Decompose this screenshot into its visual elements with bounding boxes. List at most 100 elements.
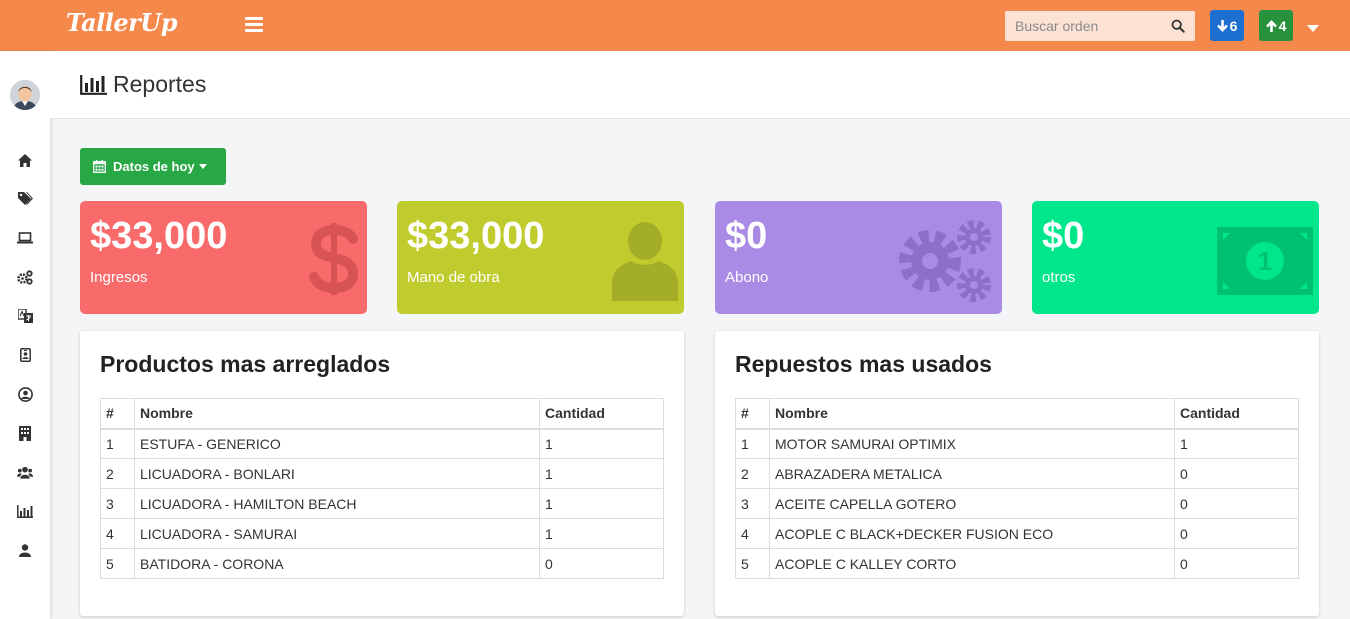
avatar[interactable] xyxy=(10,80,40,110)
table-row: 2 ABRAZADERA METALICA 0 xyxy=(735,458,1299,489)
table-cell: 0 xyxy=(539,548,664,579)
page-title: Reportes xyxy=(80,71,206,98)
building-icon xyxy=(19,425,31,441)
sidebar-item-clients[interactable] xyxy=(17,347,33,363)
table-cell: 0 xyxy=(1174,488,1299,519)
table-cell: 5 xyxy=(100,548,135,579)
arrow-up-icon xyxy=(1265,19,1277,32)
stat-value: $0 xyxy=(725,215,768,257)
sidebar-item-home[interactable] xyxy=(17,152,33,168)
laptop-icon xyxy=(17,232,33,244)
translate-icon xyxy=(17,309,33,323)
table-cell: 3 xyxy=(100,488,135,519)
stat-card-ingresos: $33,000 Ingresos xyxy=(80,201,367,314)
table-cell: 2 xyxy=(735,458,770,489)
table-row: 4 LICUADORA - SAMURAI 1 xyxy=(100,518,664,549)
table-cell: 1 xyxy=(539,458,664,489)
stat-label: Abono xyxy=(725,269,769,286)
panel-title: Productos mas arreglados xyxy=(100,351,391,377)
table-cell: ESTUFA - GENERICO xyxy=(134,428,540,459)
arrow-down-icon xyxy=(1216,19,1228,32)
sidebar-item-account[interactable] xyxy=(17,542,33,558)
table-header-row: # Nombre Cantidad xyxy=(735,398,1299,430)
svg-text:1: 1 xyxy=(1258,246,1272,276)
panel-title: Repuestos mas usados xyxy=(735,351,992,377)
stat-label: otros xyxy=(1042,269,1076,286)
stat-label: Mano de obra xyxy=(407,269,500,286)
column-header: Nombre xyxy=(134,398,540,430)
table-cell: 4 xyxy=(100,518,135,549)
stat-card-otros: $0 otros 1 xyxy=(1032,201,1319,314)
sidebar-item-tags[interactable] xyxy=(17,191,33,207)
table-cell: LICUADORA - BONLARI xyxy=(134,458,540,489)
table-cell: 5 xyxy=(735,548,770,579)
table-cell: 0 xyxy=(1174,518,1299,549)
stat-value: $33,000 xyxy=(407,215,545,257)
bar-chart-icon xyxy=(80,74,107,95)
chevron-down-icon xyxy=(198,164,207,169)
user-avatar-icon xyxy=(10,80,40,110)
tags-icon xyxy=(17,192,33,205)
table-cell: BATIDORA - CORONA xyxy=(134,548,540,579)
app-logo[interactable]: TallerUp xyxy=(66,8,177,37)
user-circle-icon xyxy=(17,386,33,402)
stat-value: $0 xyxy=(1042,215,1085,257)
column-header: Nombre xyxy=(769,398,1175,430)
stat-card-abono: $0 Abono xyxy=(715,201,1002,314)
page-header: Reportes xyxy=(50,51,1350,119)
table-cell: 1 xyxy=(1174,428,1299,459)
column-header: # xyxy=(735,398,770,430)
table-cell: 0 xyxy=(1174,458,1299,489)
top-navbar: TallerUp 6 4 xyxy=(0,0,1350,51)
home-icon xyxy=(18,153,32,167)
repuestos-table: # Nombre Cantidad 1 MOTOR SAMURAI OPTIMIX… xyxy=(735,398,1299,579)
user-menu-caret-icon[interactable] xyxy=(1307,25,1319,32)
sidebar xyxy=(0,51,50,619)
productos-panel: Productos mas arreglados # Nombre Cantid… xyxy=(80,331,684,616)
bar-chart-icon xyxy=(17,504,33,518)
user-icon xyxy=(612,222,678,301)
search-input[interactable] xyxy=(1005,11,1165,41)
sidebar-item-company[interactable] xyxy=(17,425,33,441)
menu-toggle-icon[interactable] xyxy=(245,17,263,32)
sidebar-item-users[interactable] xyxy=(17,464,33,480)
table-cell: ACOPLE C BLACK+DECKER FUSION ECO xyxy=(769,518,1175,549)
search-icon[interactable] xyxy=(1171,19,1185,33)
table-cell: 1 xyxy=(539,488,664,519)
table-row: 5 ACOPLE C KALLEY CORTO 0 xyxy=(735,548,1299,579)
date-filter-button[interactable]: Datos de hoy xyxy=(80,148,226,185)
table-cell: 1 xyxy=(735,428,770,459)
table-row: 1 MOTOR SAMURAI OPTIMIX 1 xyxy=(735,428,1299,459)
table-cell: LICUADORA - HAMILTON BEACH xyxy=(134,488,540,519)
table-cell: ABRAZADERA METALICA xyxy=(769,458,1175,489)
column-header: Cantidad xyxy=(539,398,664,430)
outgoing-orders-button[interactable]: 4 xyxy=(1259,10,1293,41)
stat-label: Ingresos xyxy=(90,269,148,286)
stat-value: $33,000 xyxy=(90,215,228,257)
table-cell: 0 xyxy=(1174,548,1299,579)
table-cell: 1 xyxy=(100,428,135,459)
repuestos-panel: Repuestos mas usados # Nombre Cantidad 1… xyxy=(715,331,1319,616)
id-badge-icon xyxy=(19,348,31,362)
sidebar-item-profile[interactable] xyxy=(17,386,33,402)
outgoing-count: 4 xyxy=(1278,17,1287,34)
incoming-count: 6 xyxy=(1229,17,1238,34)
sidebar-item-devices[interactable] xyxy=(17,230,33,246)
date-filter-label: Datos de hoy xyxy=(113,159,195,174)
table-row: 4 ACOPLE C BLACK+DECKER FUSION ECO 0 xyxy=(735,518,1299,549)
page-title-text: Reportes xyxy=(113,71,207,97)
table-cell: MOTOR SAMURAI OPTIMIX xyxy=(769,428,1175,459)
table-cell: ACOPLE C KALLEY CORTO xyxy=(769,548,1175,579)
table-cell: 1 xyxy=(539,518,664,549)
sidebar-item-language[interactable] xyxy=(17,308,33,324)
sidebar-item-reports[interactable] xyxy=(17,503,33,519)
column-header: Cantidad xyxy=(1174,398,1299,430)
table-cell: 4 xyxy=(735,518,770,549)
column-header: # xyxy=(100,398,135,430)
sidebar-item-services[interactable] xyxy=(17,269,33,285)
table-cell: 2 xyxy=(100,458,135,489)
table-row: 3 ACEITE CAPELLA GOTERO 0 xyxy=(735,488,1299,519)
calendar-icon xyxy=(93,160,106,173)
table-cell: LICUADORA - SAMURAI xyxy=(134,518,540,549)
incoming-orders-button[interactable]: 6 xyxy=(1210,10,1244,41)
